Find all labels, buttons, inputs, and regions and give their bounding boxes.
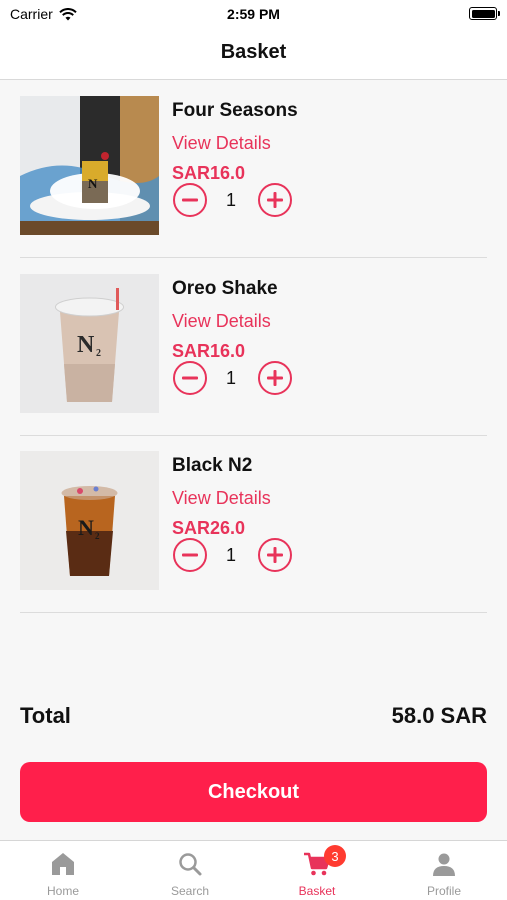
item-price: SAR16.0 [172, 163, 246, 183]
view-details-link[interactable]: View Details [172, 311, 271, 332]
increment-button[interactable] [258, 183, 292, 217]
view-details-link[interactable]: View Details [172, 488, 271, 509]
decrement-button[interactable] [173, 183, 207, 217]
minus-icon [182, 198, 198, 202]
person-icon [433, 853, 455, 876]
battery-icon [469, 7, 500, 20]
quantity-value: 1 [225, 368, 236, 388]
navigation-bar: Basket [0, 30, 507, 80]
item-name: Black N2 [172, 455, 253, 476]
tab-home[interactable]: Home [0, 841, 126, 900]
quantity-value: 1 [225, 190, 236, 210]
tab-label: Home [46, 884, 79, 898]
item-name: Oreo Shake [172, 278, 278, 299]
total-label: Total [20, 703, 71, 728]
page-title: Basket [220, 41, 287, 63]
plus-icon [267, 370, 283, 386]
search-icon [179, 853, 202, 876]
home-icon [52, 853, 74, 875]
tab-bar: Home Search 3 Basket Profile [0, 840, 507, 900]
product-image[interactable]: N 2 [20, 274, 159, 413]
view-details-link[interactable]: View Details [172, 133, 271, 154]
quantity-value: 1 [225, 545, 236, 565]
total-value: 58.0 SAR [391, 703, 487, 728]
svg-text:N: N [77, 332, 95, 358]
item-name: Four Seasons [172, 100, 298, 121]
tab-basket[interactable]: 3 Basket [254, 841, 380, 900]
plus-icon [267, 547, 283, 563]
item-price: SAR26.0 [172, 518, 246, 538]
minus-icon [182, 553, 198, 557]
cart-count-badge: 3 [324, 845, 346, 867]
product-image[interactable]: N [20, 96, 159, 235]
decrement-button[interactable] [173, 538, 207, 572]
tab-label: Search [170, 884, 210, 898]
tab-label: Basket [298, 884, 336, 898]
minus-icon [182, 376, 198, 380]
tab-label: Profile [426, 884, 461, 898]
checkout-button[interactable]: Checkout [20, 762, 487, 822]
basket-item: N Four Seasons View Details SAR16.0 1 [20, 80, 487, 258]
decrement-button[interactable] [173, 361, 207, 395]
plus-icon [267, 192, 283, 208]
increment-button[interactable] [258, 538, 292, 572]
svg-text:2: 2 [95, 531, 100, 541]
svg-text:N: N [88, 176, 98, 191]
status-time: 2:59 PM [227, 6, 280, 22]
basket-item: N 2 Oreo Shake View Details SAR16.0 1 [20, 258, 487, 436]
tab-search[interactable]: Search [127, 841, 253, 900]
tab-profile[interactable]: Profile [381, 841, 507, 900]
svg-text:2: 2 [96, 348, 101, 359]
item-price: SAR16.0 [172, 341, 246, 361]
svg-text:N: N [78, 515, 94, 540]
status-bar: Carrier 2:59 PM [0, 0, 507, 30]
basket-item: N 2 Black N2 View Details SAR26.0 1 [20, 435, 487, 613]
total-row: Total 58.0 SAR [20, 703, 487, 733]
increment-button[interactable] [258, 361, 292, 395]
product-image[interactable]: N 2 [20, 451, 159, 590]
